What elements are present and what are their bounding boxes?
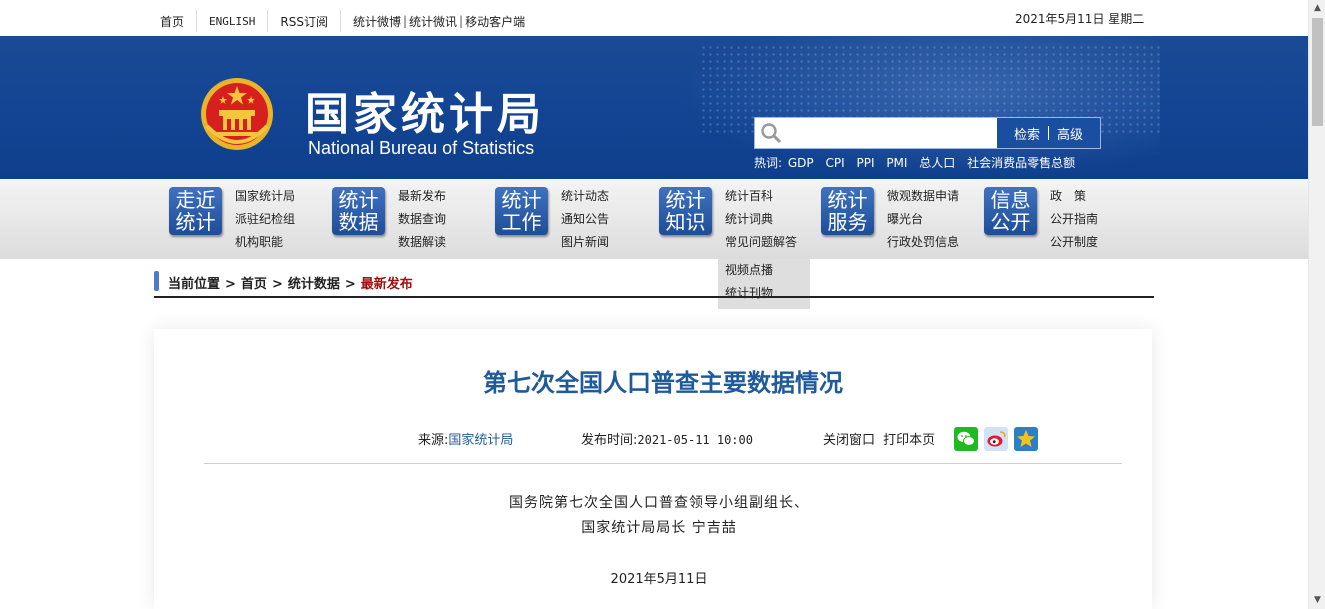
weixin-link[interactable]: 统计微讯 xyxy=(409,13,457,30)
time-label: 发布时间: xyxy=(581,433,638,448)
divider: | xyxy=(459,14,464,28)
english-link[interactable]: ENGLISH xyxy=(209,15,255,28)
nav-link[interactable]: 通知公告 xyxy=(561,208,609,231)
divider xyxy=(267,10,269,32)
nav-link[interactable]: 机构职能 xyxy=(235,231,295,254)
article-source: 来源:国家统计局 xyxy=(418,429,513,448)
author-line-2: 国家统计局局长 宁吉喆 xyxy=(581,520,737,536)
print-button[interactable]: 打印本页 xyxy=(883,433,935,448)
chevron-right-icon: > xyxy=(271,277,283,292)
top-bar: 首页 ENGLISH RSS订阅 统计微博 | 统计微讯 | 移动客户端 202… xyxy=(0,0,1308,36)
top-links: 首页 ENGLISH RSS订阅 统计微博 | 统计微讯 | 移动客户端 xyxy=(160,10,525,32)
mobile-client-link[interactable]: 移动客户端 xyxy=(465,13,525,30)
nav-box-knowledge[interactable]: 统计 知识 xyxy=(659,187,712,235)
divider xyxy=(339,10,341,32)
nav-link[interactable]: 最新发布 xyxy=(398,185,446,208)
site-title-cn[interactable]: 国家统计局 xyxy=(305,78,545,142)
nav-link[interactable]: 常见问题解答 xyxy=(725,231,797,254)
nav-link[interactable]: 数据解读 xyxy=(398,231,446,254)
nav-links: 国家统计局 派驻纪检组 机构职能 xyxy=(235,185,295,254)
nav-links: 统计动态 通知公告 图片新闻 xyxy=(561,185,609,254)
weibo-share-icon[interactable] xyxy=(984,427,1008,451)
author-line-1: 国务院第七次全国人口普查领导小组副组长、 xyxy=(509,495,809,511)
publish-time: 2021-05-11 10:00 xyxy=(637,433,753,447)
nav-links: 最新发布 数据查询 数据解读 xyxy=(398,185,446,254)
scroll-down-icon[interactable]: ▼ xyxy=(1309,592,1325,609)
nav-box-disclosure[interactable]: 信息 公开 xyxy=(984,187,1037,235)
article-title: 第七次全国人口普查主要数据情况 xyxy=(483,368,843,397)
nav-box-about[interactable]: 走近 统计 xyxy=(169,187,222,235)
nav-link[interactable]: 行政处罚信息 xyxy=(887,231,959,254)
nav-link[interactable]: 统计百科 xyxy=(725,185,797,208)
nav-links: 统计百科 统计词典 常见问题解答 xyxy=(725,185,797,254)
site-title-en[interactable]: National Bureau of Statistics xyxy=(308,138,534,159)
rss-link[interactable]: RSS订阅 xyxy=(280,13,328,30)
nav-box-service[interactable]: 统计 服务 xyxy=(821,187,874,235)
hot-terms-label: 热词: xyxy=(754,156,783,170)
nav-link[interactable]: 曝光台 xyxy=(887,208,959,231)
divider xyxy=(1048,126,1049,140)
hot-term-pmi[interactable]: PMI xyxy=(886,156,907,170)
chevron-right-icon: > xyxy=(225,277,236,292)
breadcrumb-label: 当前位置 xyxy=(168,277,221,292)
scroll-thumb[interactable] xyxy=(1312,18,1323,126)
article-time: 发布时间:2021-05-11 10:00 xyxy=(581,429,753,448)
hot-term-cpi[interactable]: CPI xyxy=(825,156,844,170)
nav-links: 政 策 公开指南 公开制度 xyxy=(1050,185,1098,254)
breadcrumb-text: 当前位置 > 首页 > 统计数据 > 最新发布 xyxy=(168,273,413,292)
home-link[interactable]: 首页 xyxy=(160,13,184,30)
scroll-up-icon[interactable]: ▲ xyxy=(1309,0,1325,17)
hot-term-population[interactable]: 总人口 xyxy=(919,156,955,170)
article: 第七次全国人口普查主要数据情况 来源:国家统计局 发布时间:2021-05-11… xyxy=(154,329,1152,609)
search-icon xyxy=(761,123,782,144)
nav-link[interactable]: 公开制度 xyxy=(1050,231,1098,254)
divider xyxy=(204,463,1122,464)
nav-links: 微观数据申请 曝光台 行政处罚信息 xyxy=(887,185,959,254)
nav-link[interactable]: 数据查询 xyxy=(398,208,446,231)
wechat-share-icon[interactable] xyxy=(954,427,978,451)
source-link[interactable]: 国家统计局 xyxy=(448,433,513,448)
nav-link[interactable]: 统计词典 xyxy=(725,208,797,231)
nav-link[interactable]: 图片新闻 xyxy=(561,231,609,254)
nav-box-work[interactable]: 统计 工作 xyxy=(495,187,548,235)
qzone-share-icon[interactable] xyxy=(1014,427,1038,451)
source-label: 来源: xyxy=(418,433,449,448)
chevron-right-icon: > xyxy=(344,277,356,292)
hot-term-ppi[interactable]: PPI xyxy=(856,156,874,170)
header-banner: 国家统计局 National Bureau of Statistics 检索 高… xyxy=(0,36,1308,179)
article-date: 2021年5月11日 xyxy=(610,572,708,587)
search-box: 检索 高级 xyxy=(754,117,1101,149)
breadcrumb-marker xyxy=(154,271,159,291)
hot-term-retail-sales[interactable]: 社会消费品零售总额 xyxy=(967,156,1075,170)
divider: | xyxy=(402,14,408,28)
breadcrumb: 当前位置 > 首页 > 统计数据 > 最新发布 xyxy=(154,270,1154,298)
search-buttons: 检索 高级 xyxy=(997,118,1100,148)
page-scrollbar[interactable]: ▲ ▼ xyxy=(1308,0,1325,609)
advanced-search-button[interactable]: 高级 xyxy=(1057,124,1083,143)
divider xyxy=(196,10,198,32)
close-window-button[interactable]: 关闭窗口 xyxy=(823,433,875,448)
nav-link[interactable]: 国家统计局 xyxy=(235,185,295,208)
nav-link[interactable]: 公开指南 xyxy=(1050,208,1098,231)
search-input[interactable] xyxy=(785,121,994,145)
hot-terms: 热词: GDP CPI PPI PMI 总人口 社会消费品零售总额 xyxy=(754,154,1083,171)
search-button[interactable]: 检索 xyxy=(1014,124,1040,143)
nav-link[interactable]: 统计动态 xyxy=(561,185,609,208)
nav-box-data[interactable]: 统计 数据 xyxy=(332,187,385,235)
article-actions: 关闭窗口 打印本页 xyxy=(823,429,935,448)
current-date: 2021年5月11日 星期二 xyxy=(1015,12,1145,26)
weibo-link[interactable]: 统计微博 xyxy=(353,13,401,30)
national-emblem-icon[interactable] xyxy=(199,76,275,154)
nav-link[interactable]: 政 策 xyxy=(1050,185,1098,208)
hot-term-gdp[interactable]: GDP xyxy=(788,156,814,170)
main-nav: 走近 统计 国家统计局 派驻纪检组 机构职能 统计 数据 最新发布 数据查询 数据解… xyxy=(0,179,1308,259)
breadcrumb-current[interactable]: 最新发布 xyxy=(361,277,413,292)
nav-link[interactable]: 派驻纪检组 xyxy=(235,208,295,231)
breadcrumb-stats-data[interactable]: 统计数据 xyxy=(288,277,340,292)
nav-link[interactable]: 微观数据申请 xyxy=(887,185,959,208)
breadcrumb-home[interactable]: 首页 xyxy=(241,277,267,292)
